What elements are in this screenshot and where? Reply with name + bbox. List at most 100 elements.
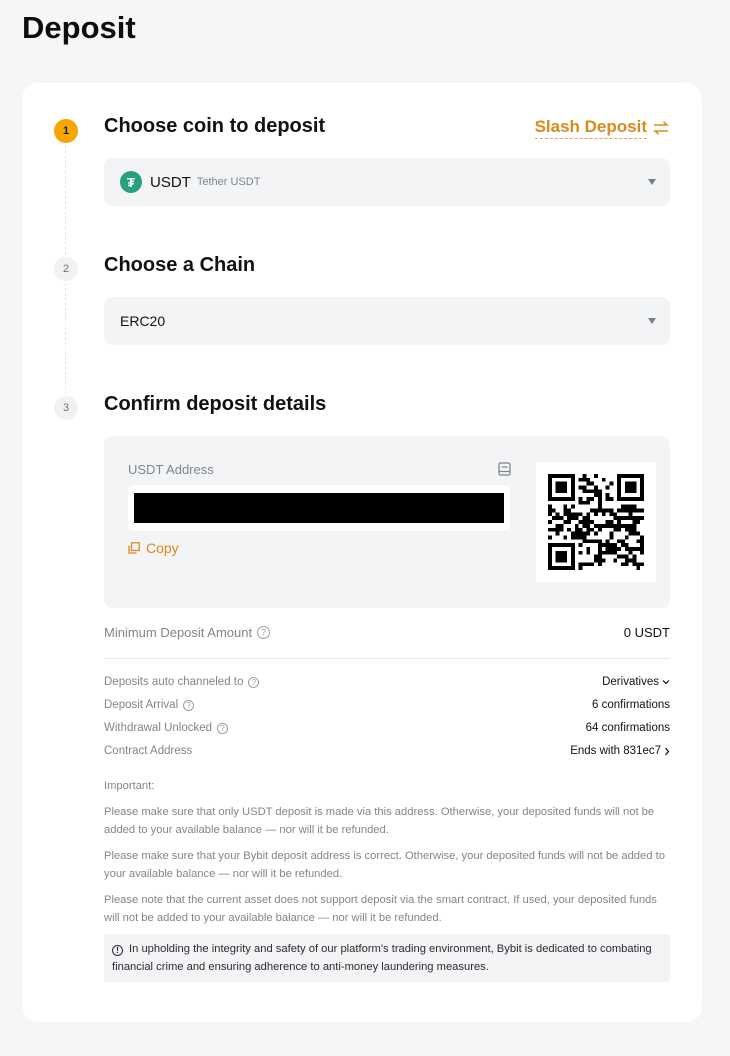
qr-module <box>605 485 610 490</box>
qr-module <box>609 523 614 528</box>
qr-module <box>617 497 621 501</box>
qr-module <box>559 558 564 563</box>
qr-module <box>624 485 629 490</box>
alert-text: In upholding the integrity and safety of… <box>112 943 652 973</box>
copy-icon <box>128 542 140 554</box>
help-icon[interactable]: ? <box>183 699 195 711</box>
qr-module <box>586 481 591 486</box>
qr-module <box>578 562 583 567</box>
help-icon[interactable]: ? <box>248 676 260 688</box>
qr-module <box>636 562 641 567</box>
coin-select[interactable]: ₮ USDT Tether USDT <box>104 158 670 206</box>
qr-module <box>617 493 621 498</box>
chevron-right-icon <box>665 747 670 755</box>
qr-module <box>548 477 552 482</box>
swap-arrows-icon <box>653 121 669 135</box>
qr-module <box>636 539 641 544</box>
qr-module <box>609 535 614 540</box>
qr-module <box>551 566 556 570</box>
chain-value: ERC20 <box>120 313 166 329</box>
qr-module <box>636 566 641 570</box>
qr-module <box>559 516 564 521</box>
unlocked-row: Withdrawal Unlocked? 64 confirmations <box>104 722 670 734</box>
qr-module <box>574 516 579 521</box>
qr-module <box>632 531 637 536</box>
contract-link[interactable]: Ends with 831ec7 <box>570 745 670 757</box>
contract-value: Ends with 831ec7 <box>570 745 661 757</box>
unlocked-value: 64 confirmations <box>585 722 670 734</box>
qr-module <box>628 523 633 528</box>
address-book-icon[interactable] <box>498 462 511 476</box>
chain-select[interactable]: ERC20 <box>104 297 670 345</box>
channeled-selector[interactable]: Derivatives <box>602 676 670 688</box>
qr-module <box>632 546 637 551</box>
qr-module <box>640 508 644 513</box>
qr-module <box>597 550 602 555</box>
qr-module <box>601 558 606 563</box>
qr-module <box>582 477 587 482</box>
qr-module <box>605 508 610 513</box>
qr-module <box>624 489 629 494</box>
qr-module <box>605 550 610 555</box>
qr-module <box>578 543 583 547</box>
qr-module <box>640 481 644 486</box>
qr-module <box>590 508 595 513</box>
qr-module <box>571 474 575 478</box>
qr-module <box>582 539 587 544</box>
qr-module <box>605 493 610 498</box>
qr-module <box>620 554 625 559</box>
channeled-row: Deposits auto channeled to? Derivatives <box>104 676 670 688</box>
arrival-row: Deposit Arrival? 6 confirmations <box>104 699 670 711</box>
qr-module <box>586 477 591 482</box>
qr-module <box>605 497 610 501</box>
qr-module <box>609 481 614 486</box>
copy-button[interactable]: Copy <box>128 540 179 556</box>
qr-module <box>578 531 583 536</box>
qr-module <box>628 481 633 486</box>
qr-module <box>617 554 621 559</box>
qr-module <box>597 554 602 559</box>
qr-module <box>632 504 637 509</box>
qr-module <box>571 562 575 567</box>
help-icon[interactable]: ? <box>257 626 271 639</box>
help-icon[interactable]: ? <box>217 722 229 734</box>
qr-module <box>574 523 579 528</box>
important-heading: Important: <box>104 780 155 792</box>
qr-module <box>632 497 637 501</box>
qr-module <box>571 550 575 555</box>
slash-deposit-link[interactable]: Slash Deposit <box>534 117 669 139</box>
qr-module <box>586 497 591 501</box>
qr-module <box>555 566 560 570</box>
qr-module <box>574 512 579 517</box>
qr-module <box>555 485 560 490</box>
qr-module <box>555 512 560 517</box>
qr-module <box>555 550 560 555</box>
qr-module <box>563 485 568 490</box>
qr-module <box>640 535 644 540</box>
deposit-address-field[interactable] <box>128 485 510 531</box>
qr-module <box>613 546 618 551</box>
qr-module <box>597 523 602 528</box>
qr-module <box>578 497 583 501</box>
qr-module <box>586 546 591 551</box>
qr-module <box>578 485 583 490</box>
qr-module <box>632 489 637 494</box>
qr-module <box>590 562 595 567</box>
qr-module <box>578 535 583 540</box>
qr-module <box>563 504 568 509</box>
qr-module <box>613 516 618 521</box>
qr-module <box>601 477 606 482</box>
qr-module <box>555 516 560 521</box>
qr-module <box>628 504 633 509</box>
qr-module <box>613 527 618 532</box>
qr-module <box>613 512 618 517</box>
qr-module <box>620 543 625 547</box>
qr-module <box>632 520 637 524</box>
qr-module <box>594 531 598 536</box>
qr-module <box>559 554 564 559</box>
qr-module <box>571 481 575 486</box>
qr-module <box>548 481 552 486</box>
qr-module <box>632 527 637 532</box>
qr-module <box>640 546 644 551</box>
channeled-label: Deposits auto channeled to <box>104 676 244 688</box>
